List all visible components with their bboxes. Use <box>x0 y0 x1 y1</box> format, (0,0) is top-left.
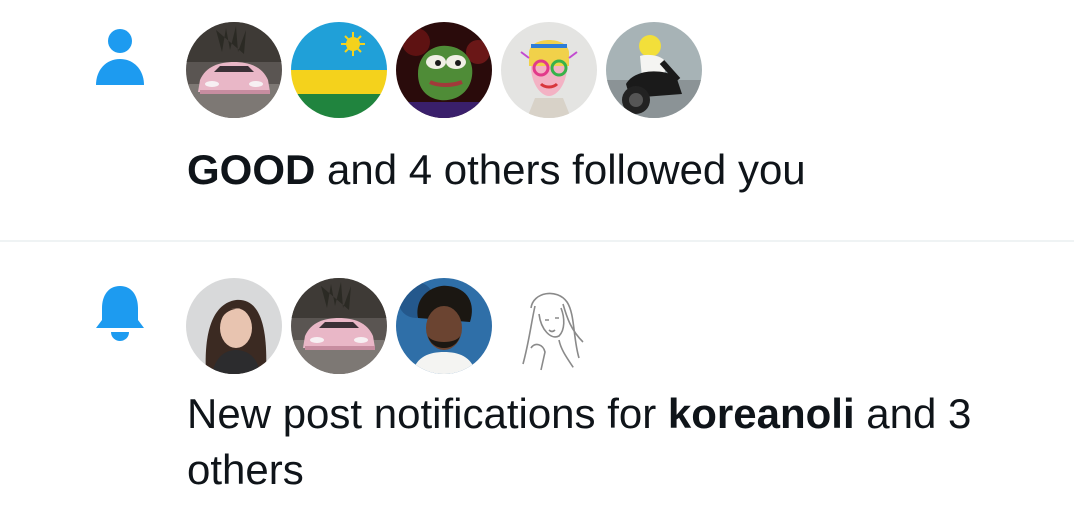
person-icon <box>92 26 148 86</box>
colorful-art-avatar[interactable] <box>501 22 597 118</box>
account-avatars <box>186 278 597 374</box>
rwanda-flag-avatar[interactable] <box>291 22 387 118</box>
man-avatar[interactable] <box>396 278 492 374</box>
pink-car-avatar[interactable] <box>186 22 282 118</box>
follow-notification-text: GOOD and 4 others followed you <box>187 142 1047 198</box>
notification-follow[interactable]: GOOD and 4 others followed you <box>0 0 1074 240</box>
notification-message: and 4 others followed you <box>315 146 806 193</box>
pepe-frog-avatar[interactable] <box>396 22 492 118</box>
notification-prefix: New post notifications for <box>187 390 668 437</box>
notification-new-post[interactable]: New post notifications for koreanoli and… <box>0 242 1074 531</box>
bell-icon <box>92 282 148 342</box>
woman-avatar[interactable] <box>186 278 282 374</box>
pink-car-avatar[interactable] <box>291 278 387 374</box>
actor-name[interactable]: koreanoli <box>668 390 855 437</box>
actor-name[interactable]: GOOD <box>187 146 315 193</box>
follower-avatars <box>186 22 702 118</box>
sketch-drawing-avatar[interactable] <box>501 278 597 374</box>
new-post-notification-text: New post notifications for koreanoli and… <box>187 386 1047 498</box>
motorcycle-rider-avatar[interactable] <box>606 22 702 118</box>
